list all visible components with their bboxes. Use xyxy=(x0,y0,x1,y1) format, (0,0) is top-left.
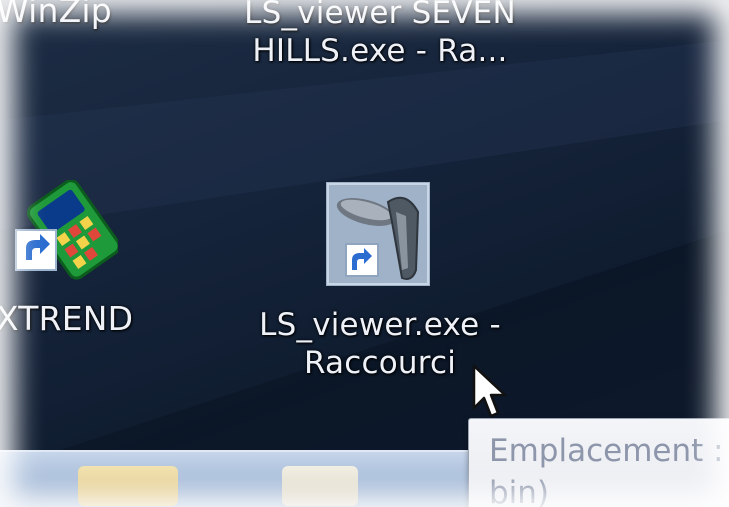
desktop-icon-label-winzip[interactable]: WinZip xyxy=(0,0,146,30)
ls-viewer-shortcut-icon[interactable] xyxy=(326,182,430,286)
desktop-screen: WinZip LS_viewer SEVEN HILLS.exe - Ra... xyxy=(0,0,729,507)
tooltip-location-label: Emplacement : xyxy=(489,433,724,469)
tooltip-location-value: bin) xyxy=(489,475,550,507)
xtrend-shortcut-icon[interactable] xyxy=(14,179,121,284)
taskbar-media-player-icon[interactable] xyxy=(282,466,358,506)
label-line-2: HILLS.exe - Ra... xyxy=(252,33,508,69)
shortcut-tooltip: Emplacement : bin) xyxy=(468,418,729,507)
ls-viewer-app-icon xyxy=(326,182,430,286)
label-line-1: LS_viewer SEVEN xyxy=(244,0,516,31)
label-line-1: LS_viewer.exe - xyxy=(259,307,501,343)
mouse-cursor-icon xyxy=(472,364,507,418)
desktop-icon-label-ls-viewer-seven-hills[interactable]: LS_viewer SEVEN HILLS.exe - Ra... xyxy=(210,0,550,70)
taskbar-folder-icon[interactable] xyxy=(78,466,178,506)
xtrend-app-icon xyxy=(15,179,121,280)
shortcut-arrow-icon xyxy=(15,229,57,271)
desktop-icon-label-xtrend[interactable]: XTREND xyxy=(0,300,146,338)
